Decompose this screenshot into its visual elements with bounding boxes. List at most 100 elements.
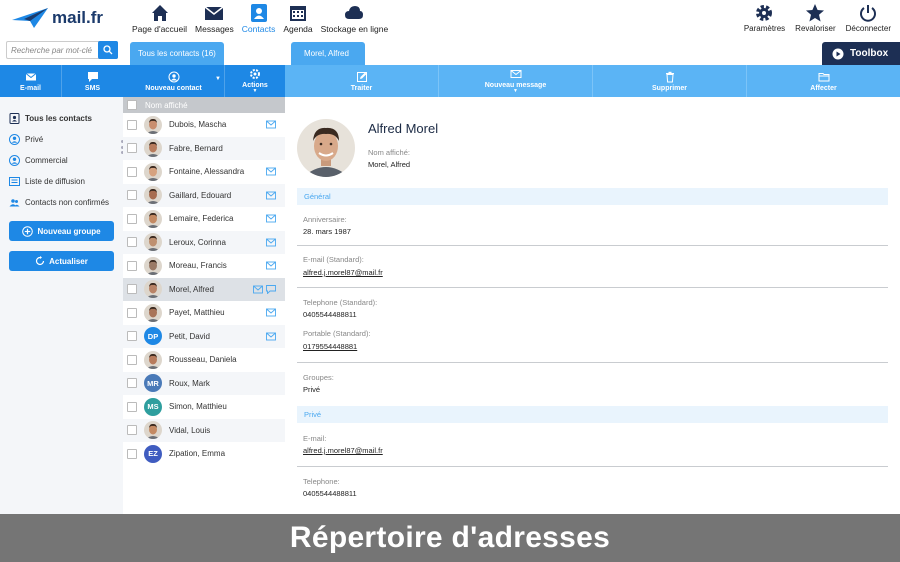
sidebar-item-private[interactable]: Privé bbox=[0, 129, 123, 150]
row-checkbox[interactable] bbox=[127, 378, 137, 389]
avatar bbox=[144, 303, 162, 322]
nav-messages-label: Messages bbox=[195, 24, 234, 34]
nav-cloud[interactable]: Stockage en ligne bbox=[317, 0, 393, 34]
nav-home[interactable]: Page d'accueil bbox=[128, 0, 191, 34]
chevron-down-icon[interactable]: ▼ bbox=[215, 76, 221, 82]
display-name-value: Morel, Alfred bbox=[368, 160, 411, 169]
envelope-icon bbox=[510, 70, 521, 78]
row-checkbox[interactable] bbox=[127, 401, 137, 412]
toolbox-button[interactable]: Toolbox bbox=[822, 42, 900, 65]
new-group-label: Nouveau groupe bbox=[37, 226, 101, 236]
delete-button[interactable]: Supprimer bbox=[593, 65, 747, 97]
row-checkbox[interactable] bbox=[127, 284, 137, 295]
row-checkbox[interactable] bbox=[127, 331, 137, 342]
table-row[interactable]: DP Petit, David bbox=[123, 324, 285, 348]
logo[interactable]: mail.fr bbox=[10, 6, 103, 30]
nav-messages[interactable]: Messages bbox=[191, 0, 238, 34]
search-button[interactable] bbox=[98, 41, 118, 59]
refresh-button[interactable]: Actualiser bbox=[9, 251, 114, 271]
upgrade-button[interactable]: Revaloriser bbox=[790, 0, 840, 33]
table-row[interactable]: Leroux, Corinna bbox=[123, 230, 285, 254]
table-row[interactable]: MR Roux, Mark bbox=[123, 371, 285, 395]
table-row[interactable]: Morel, Alfred bbox=[123, 277, 285, 301]
table-row[interactable]: Vidal, Louis bbox=[123, 418, 285, 442]
email-link[interactable]: alfred.j.morel87@mail.fr bbox=[303, 446, 383, 455]
row-checkbox[interactable] bbox=[127, 213, 137, 224]
envelope-icon[interactable] bbox=[253, 285, 263, 294]
mobile-std-link[interactable]: 0179554448881 bbox=[303, 342, 357, 351]
table-row[interactable]: Moreau, Francis bbox=[123, 254, 285, 278]
logout-button[interactable]: Déconnecter bbox=[841, 0, 896, 33]
row-checkbox[interactable] bbox=[127, 260, 137, 271]
select-all-checkbox[interactable] bbox=[127, 100, 137, 110]
phone-label: Telephone: bbox=[303, 477, 340, 486]
sidebar-item-unconfirmed[interactable]: Contacts non confirmés bbox=[0, 192, 123, 213]
power-icon bbox=[860, 5, 877, 22]
row-checkbox[interactable] bbox=[127, 190, 137, 201]
section-general: Général bbox=[297, 188, 888, 205]
envelope-icon[interactable] bbox=[266, 167, 276, 176]
sidebar-item-commercial[interactable]: Commercial bbox=[0, 150, 123, 171]
envelope-icon[interactable] bbox=[266, 238, 276, 247]
sms-icon[interactable] bbox=[266, 284, 276, 294]
sidebar-item-label: Privé bbox=[25, 135, 44, 144]
table-row[interactable]: Dubois, Mascha bbox=[123, 113, 285, 137]
tab-current-contact[interactable]: Morel, Alfred bbox=[291, 42, 365, 65]
envelope-icon[interactable] bbox=[266, 261, 276, 270]
table-row[interactable]: Gaillard, Edouard bbox=[123, 183, 285, 207]
birthday-value: 28. mars 1987 bbox=[303, 227, 351, 236]
new-message-button[interactable]: Nouveau message ▼ bbox=[439, 65, 593, 97]
new-group-button[interactable]: Nouveau groupe bbox=[9, 221, 114, 241]
sms-button-label: SMS bbox=[84, 84, 101, 92]
row-checkbox[interactable] bbox=[127, 307, 137, 318]
sidebar-item-mailing-list[interactable]: Liste de diffusion bbox=[0, 171, 123, 192]
row-checkbox[interactable] bbox=[127, 166, 137, 177]
email-button[interactable]: E-mail bbox=[0, 65, 62, 97]
avatar: EZ bbox=[144, 444, 162, 463]
nav-home-label: Page d'accueil bbox=[132, 24, 188, 34]
table-row[interactable]: Fabre, Bernard bbox=[123, 136, 285, 160]
contact-name-cell: Fabre, Bernard bbox=[169, 143, 223, 153]
avatar bbox=[144, 209, 162, 228]
edit-button[interactable]: Traiter bbox=[285, 65, 439, 97]
actions-button[interactable]: Actions ▼ bbox=[225, 65, 285, 97]
contact-name-cell: Simon, Matthieu bbox=[169, 402, 227, 412]
sidebar-item-all-contacts[interactable]: Tous les contacts bbox=[0, 108, 123, 129]
envelope-icon[interactable] bbox=[266, 214, 276, 223]
table-row[interactable]: Rousseau, Daniela bbox=[123, 348, 285, 372]
table-row[interactable]: MS Simon, Matthieu bbox=[123, 395, 285, 419]
table-row[interactable]: Payet, Matthieu bbox=[123, 301, 285, 325]
envelope-icon[interactable] bbox=[266, 308, 276, 317]
assign-button[interactable]: Affecter bbox=[747, 65, 900, 97]
contact-photo bbox=[297, 119, 355, 177]
table-row[interactable]: Lemaire, Federica bbox=[123, 207, 285, 231]
table-row[interactable]: EZ Zipation, Emma bbox=[123, 442, 285, 466]
row-checkbox[interactable] bbox=[127, 448, 137, 459]
row-checkbox[interactable] bbox=[127, 119, 137, 130]
row-checkbox[interactable] bbox=[127, 425, 137, 436]
nav-calendar[interactable]: Agenda bbox=[279, 0, 316, 34]
row-checkbox[interactable] bbox=[127, 143, 137, 154]
contact-name-cell: Moreau, Francis bbox=[169, 261, 227, 271]
email-std-link[interactable]: alfred.j.morel87@mail.fr bbox=[303, 268, 383, 277]
settings-label: Paramètres bbox=[743, 24, 786, 33]
contact-name-cell: Rousseau, Daniela bbox=[169, 355, 237, 365]
new-contact-button[interactable]: Nouveau contact ▼ bbox=[123, 65, 225, 97]
top-bar: mail.fr Page d'accueil Messages Contacts… bbox=[0, 0, 900, 40]
row-checkbox[interactable] bbox=[127, 237, 137, 248]
settings-button[interactable]: Paramètres bbox=[739, 0, 790, 33]
refresh-label: Actualiser bbox=[49, 256, 88, 266]
contact-name: Alfred Morel bbox=[368, 121, 439, 136]
tab-all-contacts[interactable]: Tous les contacts (16) bbox=[130, 42, 224, 65]
row-checkbox[interactable] bbox=[127, 354, 137, 365]
envelope-icon[interactable] bbox=[266, 120, 276, 129]
envelope-icon[interactable] bbox=[266, 191, 276, 200]
trash-icon bbox=[665, 71, 674, 82]
nav-contacts-label: Contacts bbox=[241, 24, 276, 34]
table-row[interactable]: Fontaine, Alessandra bbox=[123, 160, 285, 184]
column-display-name[interactable]: Nom affiché bbox=[145, 101, 188, 110]
sms-button[interactable]: SMS bbox=[62, 65, 123, 97]
envelope-icon[interactable] bbox=[266, 332, 276, 341]
nav-contacts[interactable]: Contacts bbox=[238, 0, 280, 34]
email-label: E-mail: bbox=[303, 434, 327, 443]
